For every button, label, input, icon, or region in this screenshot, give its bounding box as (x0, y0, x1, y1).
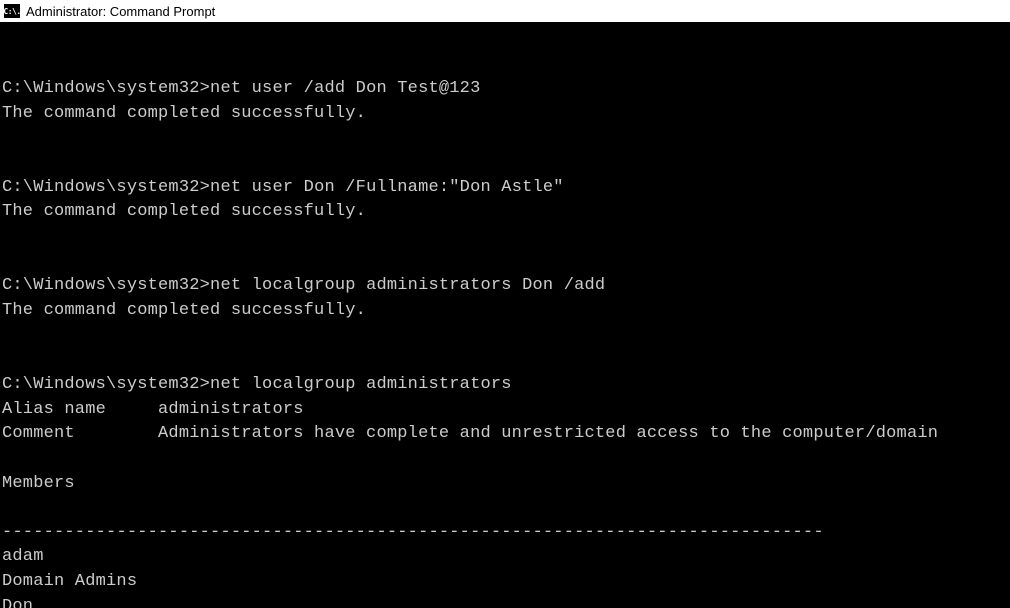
prompt: C:\Windows\system32> (2, 178, 210, 197)
output-text: The command completed successfully. (2, 301, 366, 320)
terminal-output[interactable]: C:\Windows\system32>net user /add Don Te… (0, 22, 1010, 608)
output-text: The command completed successfully. (2, 202, 366, 221)
prompt: C:\Windows\system32> (2, 79, 210, 98)
command-text: net user /add Don Test@123 (210, 79, 480, 98)
window-title: Administrator: Command Prompt (26, 4, 215, 19)
prompt: C:\Windows\system32> (2, 276, 210, 295)
window-titlebar[interactable]: C:\. Administrator: Command Prompt (0, 0, 1010, 22)
cmd-icon: C:\. (4, 4, 20, 18)
command-text: net localgroup administrators Don /add (210, 276, 605, 295)
command-text: net user Don /Fullname:"Don Astle" (210, 178, 564, 197)
prompt: C:\Windows\system32> (2, 375, 210, 394)
output-text: Alias name administrators Comment Admini… (2, 400, 938, 608)
command-text: net localgroup administrators (210, 375, 512, 394)
output-text: The command completed successfully. (2, 104, 366, 123)
